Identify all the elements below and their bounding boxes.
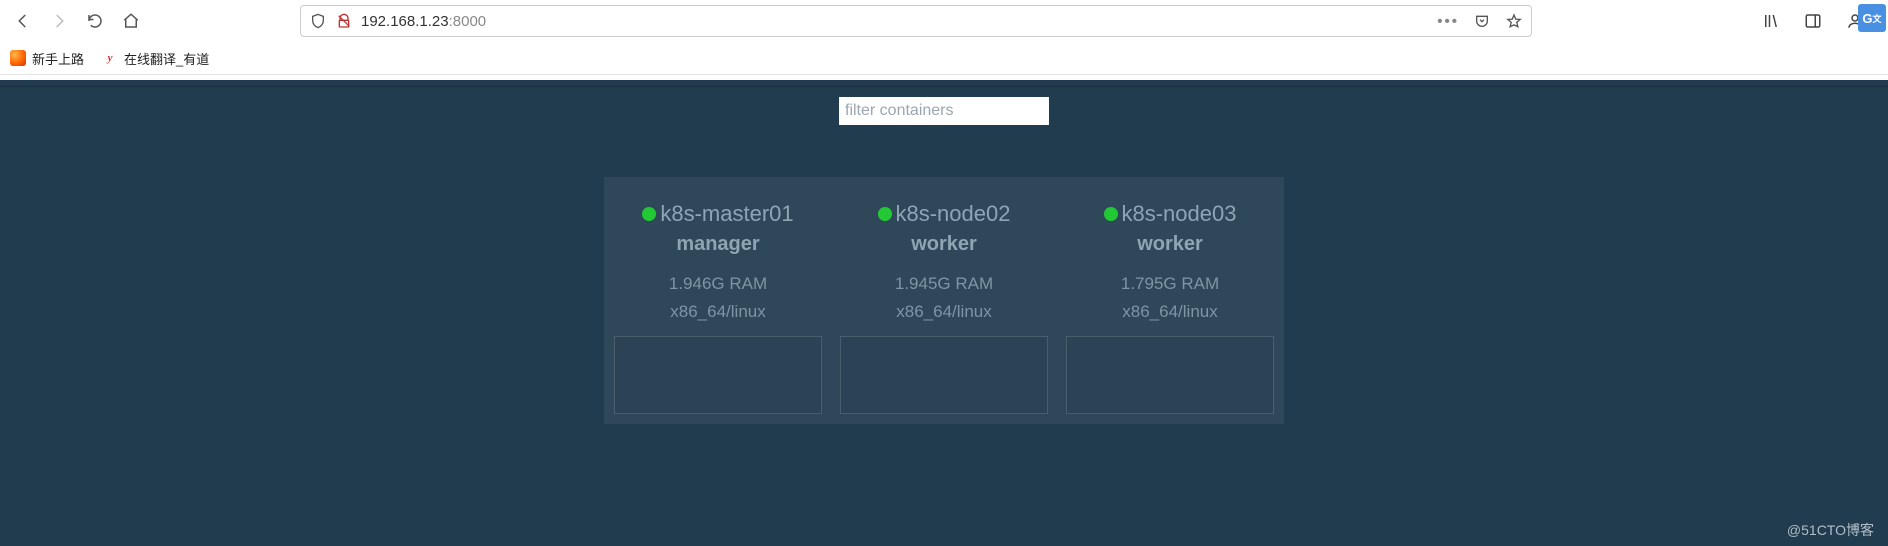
- status-dot-icon: [642, 207, 656, 221]
- node-name: k8s-node02: [896, 201, 1011, 227]
- bookmark-getting-started[interactable]: 新手上路: [10, 49, 84, 68]
- insecure-lock-icon: [335, 12, 353, 30]
- star-bookmark-icon[interactable]: [1505, 12, 1523, 30]
- sidebar-icon[interactable]: [1796, 4, 1830, 38]
- bookmark-bar: 新手上路 y 在线翻译_有道: [0, 42, 1888, 74]
- shield-icon: [309, 12, 327, 30]
- page-actions-icon[interactable]: •••: [1437, 13, 1459, 30]
- url-text: 192.168.1.23:8000: [361, 13, 1429, 30]
- youdao-icon: y: [102, 50, 118, 66]
- bookmark-label: 在线翻译_有道: [124, 49, 209, 68]
- address-bar[interactable]: 192.168.1.23:8000 •••: [300, 5, 1532, 37]
- bookmark-label: 新手上路: [32, 49, 84, 68]
- filter-containers-input[interactable]: [839, 97, 1049, 125]
- node-card[interactable]: k8s-master01 manager 1.946G RAM x86_64/l…: [614, 201, 822, 414]
- firefox-icon: [10, 50, 26, 66]
- watermark-text: @51CTO博客: [1787, 520, 1874, 540]
- node-role: worker: [840, 233, 1048, 256]
- node-role: worker: [1066, 233, 1274, 256]
- toolbar-right: [1754, 4, 1872, 38]
- page-body: k8s-master01 manager 1.946G RAM x86_64/l…: [0, 80, 1888, 546]
- browser-chrome: 192.168.1.23:8000 •••: [0, 0, 1888, 80]
- node-card[interactable]: k8s-node02 worker 1.945G RAM x86_64/linu…: [840, 201, 1048, 414]
- status-dot-icon: [878, 207, 892, 221]
- home-button[interactable]: [114, 4, 148, 38]
- pocket-icon[interactable]: [1473, 12, 1491, 30]
- filter-row: [0, 87, 1888, 125]
- reload-button[interactable]: [78, 4, 112, 38]
- bookmark-youdao[interactable]: y 在线翻译_有道: [102, 49, 209, 68]
- url-port: :8000: [449, 13, 487, 30]
- node-arch: x86_64/linux: [614, 302, 822, 322]
- divider: [0, 74, 1888, 75]
- cluster-nodes-panel: k8s-master01 manager 1.946G RAM x86_64/l…: [604, 177, 1284, 424]
- node-containers-box[interactable]: [1066, 336, 1274, 414]
- nav-toolbar: 192.168.1.23:8000 •••: [0, 0, 1888, 42]
- node-arch: x86_64/linux: [840, 302, 1048, 322]
- status-dot-icon: [1104, 207, 1118, 221]
- node-arch: x86_64/linux: [1066, 302, 1274, 322]
- node-containers-box[interactable]: [840, 336, 1048, 414]
- library-icon[interactable]: [1754, 4, 1788, 38]
- node-card[interactable]: k8s-node03 worker 1.795G RAM x86_64/linu…: [1066, 201, 1274, 414]
- node-role: manager: [614, 233, 822, 256]
- url-host: 192.168.1.23: [361, 13, 449, 30]
- forward-button[interactable]: [42, 4, 76, 38]
- node-containers-box[interactable]: [614, 336, 822, 414]
- node-ram: 1.795G RAM: [1066, 274, 1274, 294]
- node-name: k8s-master01: [660, 201, 793, 227]
- node-name: k8s-node03: [1122, 201, 1237, 227]
- node-ram: 1.945G RAM: [840, 274, 1048, 294]
- back-button[interactable]: [6, 4, 40, 38]
- node-ram: 1.946G RAM: [614, 274, 822, 294]
- translate-extension-icon[interactable]: G文: [1858, 4, 1886, 32]
